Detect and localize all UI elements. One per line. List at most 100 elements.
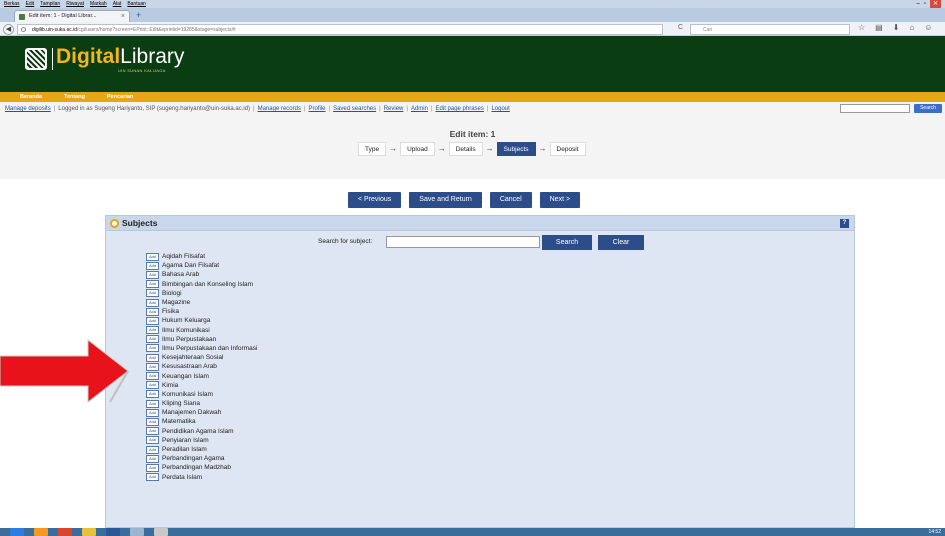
subject-label: Hukum Keluarga [162, 317, 211, 325]
save-and-return-button[interactable]: Save and Return [409, 192, 482, 208]
site-info-icon[interactable] [21, 27, 26, 32]
add-subject-button[interactable]: Add [146, 353, 159, 362]
add-subject-button[interactable]: Add [146, 417, 159, 426]
add-subject-button[interactable]: Add [146, 307, 159, 316]
tab-bar: Edit item: 1 - Digital Librar... × + [0, 8, 945, 22]
menu-berkas[interactable]: Berkas [4, 1, 20, 7]
add-subject-button[interactable]: Add [146, 270, 159, 279]
add-subject-button[interactable]: Add [146, 463, 159, 472]
site-search-input[interactable] [840, 104, 910, 113]
new-tab-icon[interactable]: + [136, 11, 141, 20]
add-subject-button[interactable]: Add [146, 316, 159, 325]
add-subject-button[interactable]: Add [146, 298, 159, 307]
subject-label: Fisika [162, 308, 179, 316]
step-type[interactable]: Type [358, 141, 387, 156]
back-icon[interactable]: ◀ [3, 24, 14, 35]
next-button[interactable]: Next > [539, 192, 581, 208]
add-subject-button[interactable]: Add [146, 381, 159, 390]
logo-subtitle: UIN SUNAN KALIJAGA [118, 68, 166, 73]
add-subject-button[interactable]: Add [146, 280, 159, 289]
subject-clear-button[interactable]: Clear [598, 235, 644, 250]
step-upload[interactable]: Upload [400, 141, 435, 156]
subject-row: Add Bimbingan dan Konseling Islam [146, 280, 257, 289]
subject-label: Matematika [162, 418, 196, 426]
browser-tab[interactable]: Edit item: 1 - Digital Librar... × [14, 10, 130, 22]
bookmark-star-icon[interactable]: ☆ [858, 23, 865, 32]
window-controls: – ▫ ✕ [916, 0, 941, 8]
add-subject-button[interactable]: Add [146, 252, 159, 261]
add-subject-button[interactable]: Add [146, 390, 159, 399]
browser-search-input[interactable]: Cari [690, 24, 850, 35]
manage-records-link[interactable]: Manage records [258, 106, 301, 112]
step-details[interactable]: Details [448, 141, 483, 156]
minimize-icon[interactable]: – [916, 0, 919, 8]
add-subject-button[interactable]: Add [146, 445, 159, 454]
close-tab-icon[interactable]: × [121, 11, 125, 22]
help-icon[interactable]: ? [840, 219, 849, 228]
subject-label: Penyiaran Islam [162, 436, 209, 444]
review-link[interactable]: Review [384, 106, 404, 112]
nav-tentang[interactable]: Tentang [64, 92, 85, 102]
menu-bantuan[interactable]: Bantuan [127, 1, 146, 7]
add-subject-button[interactable]: Add [146, 408, 159, 417]
add-subject-button[interactable]: Add [146, 399, 159, 408]
add-subject-button[interactable]: Add [146, 436, 159, 445]
bookmarks-list-icon[interactable]: ▤ [875, 23, 883, 32]
add-subject-button[interactable]: Add [146, 261, 159, 270]
admin-link[interactable]: Admin [411, 106, 428, 112]
previous-button[interactable]: < Previous [348, 192, 402, 208]
subject-label: Bimbingan dan Konseling Islam [162, 280, 254, 288]
subject-search-input[interactable] [386, 236, 540, 248]
firefox-icon[interactable] [34, 528, 48, 536]
add-subject-button[interactable]: Add [146, 362, 159, 371]
home-icon[interactable]: ⌂ [909, 23, 914, 32]
logout-link[interactable]: Logout [491, 106, 509, 112]
add-subject-button[interactable]: Add [146, 473, 159, 482]
add-subject-button[interactable]: Add [146, 335, 159, 344]
add-subject-button[interactable]: Add [146, 344, 159, 353]
add-subject-button[interactable]: Add [146, 326, 159, 335]
step-subjects[interactable]: Subjects [496, 141, 536, 156]
subject-label: Biologi [162, 289, 182, 297]
add-subject-button[interactable]: Add [146, 372, 159, 381]
word-icon[interactable] [106, 528, 120, 536]
library-logo-icon[interactable] [25, 48, 47, 70]
site-search-button[interactable]: Search [914, 104, 942, 113]
menu-markah[interactable]: Markah [90, 1, 107, 7]
file-explorer-icon[interactable] [82, 528, 96, 536]
nav-beranda[interactable]: Beranda [20, 92, 42, 102]
subject-label: Kimia [162, 381, 179, 389]
subject-label: Ilmu Perpustakaan dan Informasi [162, 344, 258, 352]
edit-page-phrases-link[interactable]: Edit page phrases [436, 106, 484, 112]
media-player-icon[interactable] [58, 528, 72, 536]
saved-searches-link[interactable]: Saved searches [333, 106, 376, 112]
add-subject-button[interactable]: Add [146, 454, 159, 463]
internet-explorer-icon[interactable] [10, 528, 24, 536]
close-window-icon[interactable]: ✕ [929, 0, 941, 8]
add-subject-button[interactable]: Add [146, 289, 159, 298]
manage-deposits-link[interactable]: Manage deposits [5, 106, 51, 112]
reload-icon[interactable]: C [678, 24, 683, 31]
app-icon[interactable] [130, 528, 144, 536]
site-logo[interactable]: DigitalLibrary [56, 45, 184, 69]
nav-pencarian[interactable]: Pencarian [107, 92, 133, 102]
profile-link[interactable]: Profile [309, 106, 326, 112]
menu-edit[interactable]: Edit [26, 1, 35, 7]
address-bar[interactable]: digilib.uin-suka.ac.id/cgi/users/home?sc… [17, 24, 663, 35]
extension-icon[interactable]: ☺ [924, 23, 932, 32]
workflow-steps: Type → Upload → Details → Subjects → Dep… [358, 141, 586, 156]
taskbar [0, 528, 945, 536]
menu-tampilan[interactable]: Tampilan [40, 1, 60, 7]
separator: | [303, 106, 306, 112]
paint-icon[interactable] [154, 528, 168, 536]
form-actions: < Previous Save and Return Cancel Next > [348, 192, 581, 208]
step-deposit[interactable]: Deposit [549, 141, 586, 156]
subject-search-button[interactable]: Search [542, 235, 592, 250]
menu-riwayat[interactable]: Riwayat [66, 1, 84, 7]
maximize-icon[interactable]: ▫ [924, 0, 926, 8]
menu-alat[interactable]: Alat [113, 1, 122, 7]
subject-label: Pendidikan Agama Islam [162, 427, 234, 435]
add-subject-button[interactable]: Add [146, 427, 159, 436]
downloads-icon[interactable]: ⬇ [893, 23, 900, 32]
cancel-button[interactable]: Cancel [489, 192, 532, 208]
